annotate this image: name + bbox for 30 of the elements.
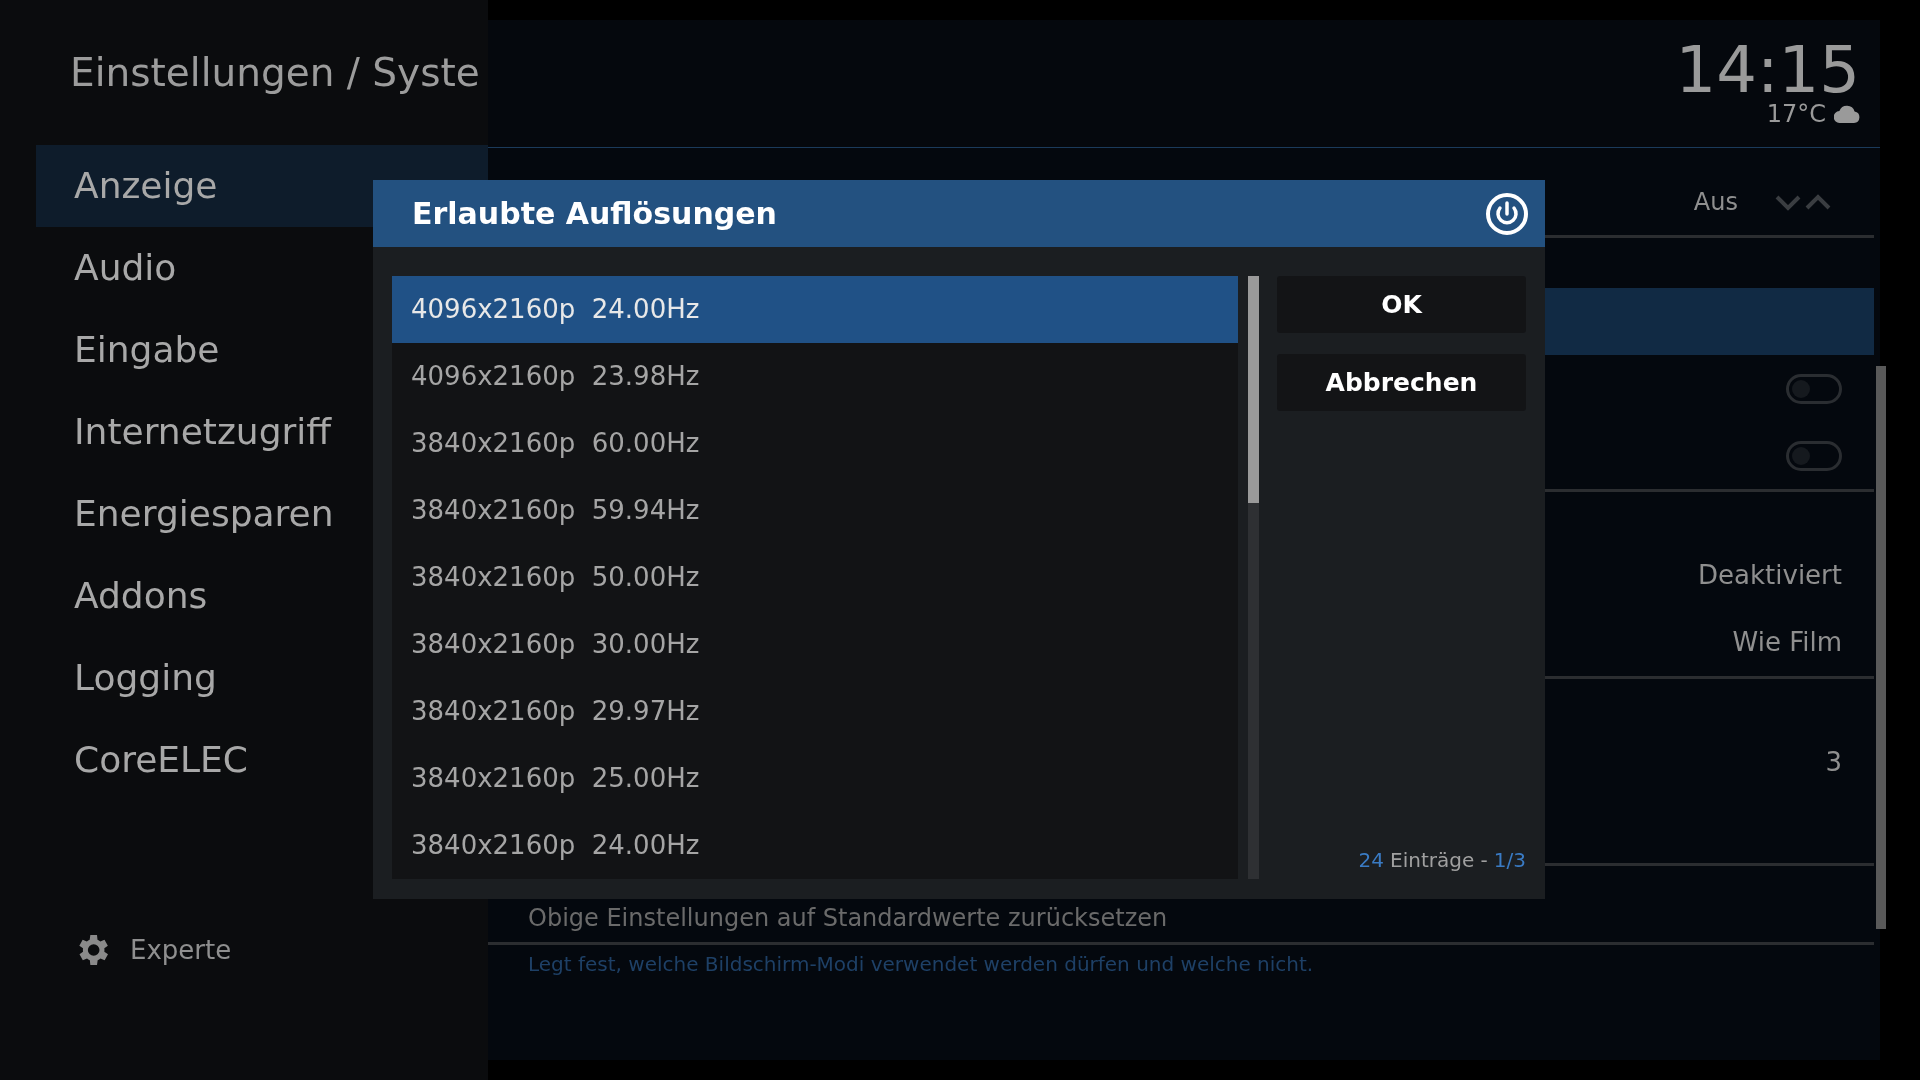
reset-action[interactable]: Obige Einstellungen auf Standardwerte zurücksetzen (528, 900, 1168, 936)
list-scrollbar[interactable] (1248, 276, 1259, 879)
page-indicator: 1/3 (1493, 847, 1526, 874)
page-title: Einstellungen / Syste (70, 50, 480, 95)
clock: 14:15 (1675, 38, 1860, 102)
temperature: 17°C (1766, 102, 1826, 126)
resolution-item[interactable]: 3840x2160p 59.94Hz (392, 477, 1238, 544)
scrollbar-thumb[interactable] (1248, 276, 1259, 503)
resolution-item[interactable]: 3840x2160p 30.00Hz (392, 611, 1238, 678)
items-label: Einträge - (1390, 847, 1488, 874)
resolution-item[interactable]: 3840x2160p 50.00Hz (392, 544, 1238, 611)
setting-value: Deaktiviert (1698, 559, 1842, 592)
toggle-switch[interactable] (1786, 373, 1842, 404)
dialog-button[interactable]: Abbrechen (1277, 354, 1526, 411)
setting-description: Legt fest, welche Bildschirm-Modi verwendet werden dürfen und welche nicht. (527, 951, 1315, 978)
resolution-item[interactable]: 3840x2160p 24.00Hz (392, 812, 1238, 879)
toggle-switch[interactable] (1786, 440, 1842, 471)
resolution-item[interactable]: 3840x2160p 25.00Hz (392, 745, 1238, 812)
power-icon[interactable] (1485, 191, 1529, 236)
cloud-icon (1834, 105, 1860, 123)
setting-value: Aus (1693, 186, 1738, 218)
resolution-item[interactable]: 3840x2160p 29.97Hz (392, 678, 1238, 745)
level-button[interactable]: Experte (130, 930, 232, 970)
item-count: 24 (1358, 847, 1385, 874)
resolution-item[interactable]: 4096x2160p 23.98Hz (392, 343, 1238, 410)
resolution-item[interactable]: 4096x2160p 24.00Hz (392, 276, 1238, 343)
resolution-item[interactable]: 3840x2160p 60.00Hz (392, 410, 1238, 477)
dialog-button[interactable]: OK (1277, 276, 1526, 333)
setting-value: 3 (1825, 746, 1842, 779)
setting-value: Wie Film (1732, 626, 1842, 659)
